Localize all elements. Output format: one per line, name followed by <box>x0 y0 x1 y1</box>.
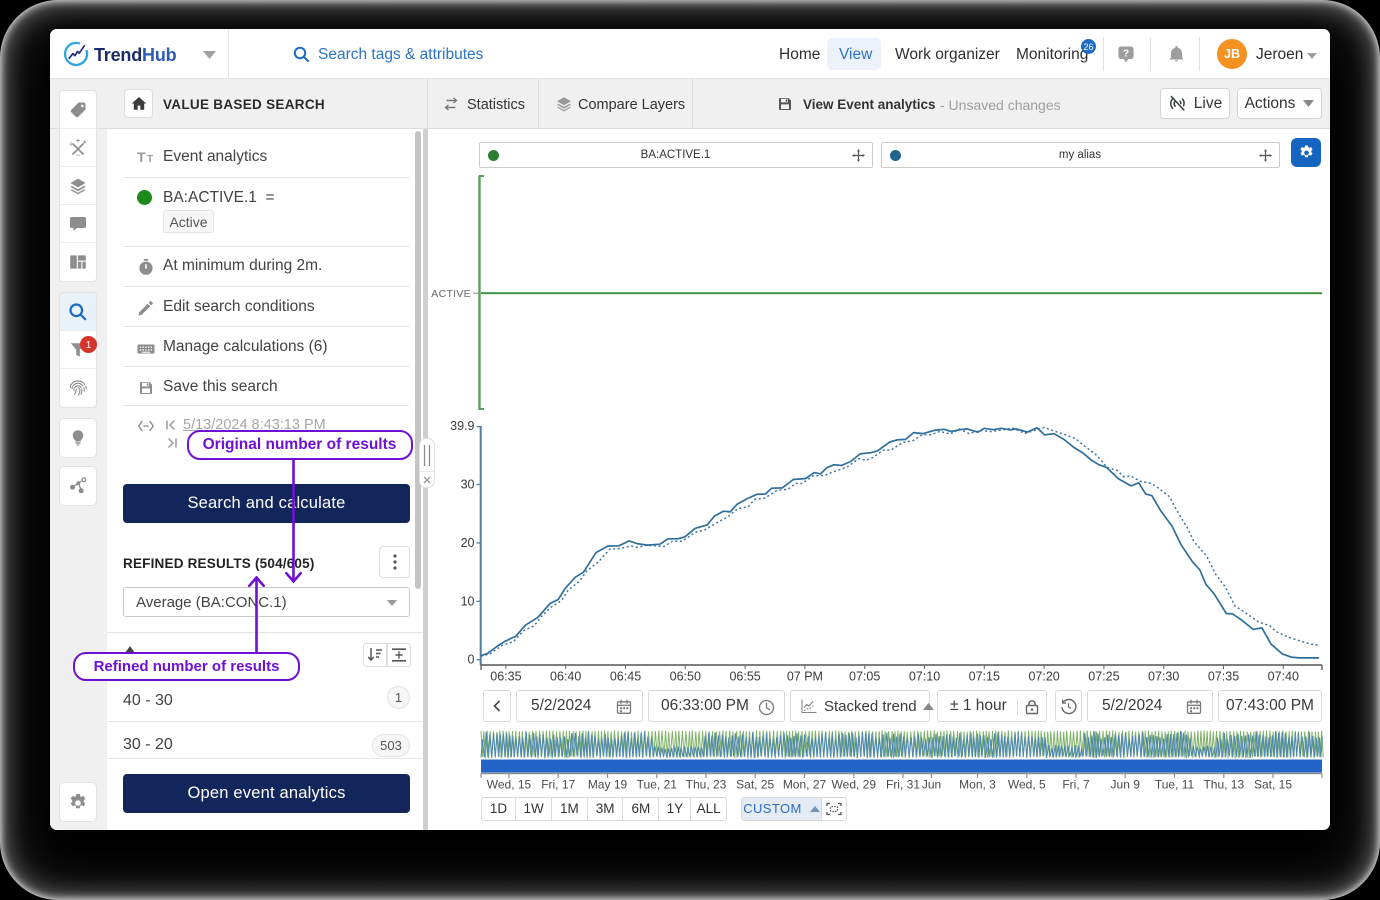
svg-text:06:35: 06:35 <box>490 670 521 684</box>
svg-text:Thu, 13: Thu, 13 <box>1203 778 1244 792</box>
svg-text:Tue, 21: Tue, 21 <box>637 778 678 792</box>
svg-text:07:35: 07:35 <box>1208 670 1239 684</box>
svg-text:Tue, 11: Tue, 11 <box>1155 778 1195 792</box>
svg-text:Wed, 5: Wed, 5 <box>1008 778 1046 792</box>
svg-text:06:55: 06:55 <box>729 670 760 684</box>
svg-text:06:45: 06:45 <box>610 670 641 684</box>
svg-text:20: 20 <box>461 536 475 550</box>
svg-text:07:20: 07:20 <box>1028 670 1059 684</box>
svg-text:07 PM: 07 PM <box>787 670 823 684</box>
svg-text:Wed, 29: Wed, 29 <box>832 778 877 792</box>
svg-text:06:40: 06:40 <box>550 670 581 684</box>
svg-text:Fri, 17: Fri, 17 <box>541 778 575 792</box>
svg-text:07:10: 07:10 <box>909 670 940 684</box>
svg-text:Jun: Jun <box>922 778 941 792</box>
svg-text:Fri, 31: Fri, 31 <box>886 778 920 792</box>
svg-text:Fri, 7: Fri, 7 <box>1062 778 1090 792</box>
svg-text:07:15: 07:15 <box>969 670 1000 684</box>
svg-text:Wed, 15: Wed, 15 <box>487 778 532 792</box>
svg-text:07:25: 07:25 <box>1088 670 1119 684</box>
svg-text:39.9: 39.9 <box>450 419 474 433</box>
svg-text:Jun 9: Jun 9 <box>1111 778 1141 792</box>
svg-text:May 19: May 19 <box>588 778 628 792</box>
svg-text:Sat, 25: Sat, 25 <box>736 778 774 792</box>
svg-text:Mon, 3: Mon, 3 <box>959 778 996 792</box>
svg-text:10: 10 <box>461 594 475 608</box>
svg-text:Mon, 27: Mon, 27 <box>783 778 827 792</box>
svg-text:30: 30 <box>461 478 475 492</box>
svg-text:07:30: 07:30 <box>1148 670 1179 684</box>
svg-text:ACTIVE: ACTIVE <box>431 288 471 300</box>
svg-text:Thu, 23: Thu, 23 <box>686 778 727 792</box>
svg-text:07:05: 07:05 <box>849 670 880 684</box>
svg-text:0: 0 <box>468 653 475 667</box>
svg-text:06:50: 06:50 <box>670 670 701 684</box>
svg-text:Sat, 15: Sat, 15 <box>1254 778 1292 792</box>
svg-text:07:40: 07:40 <box>1268 670 1299 684</box>
